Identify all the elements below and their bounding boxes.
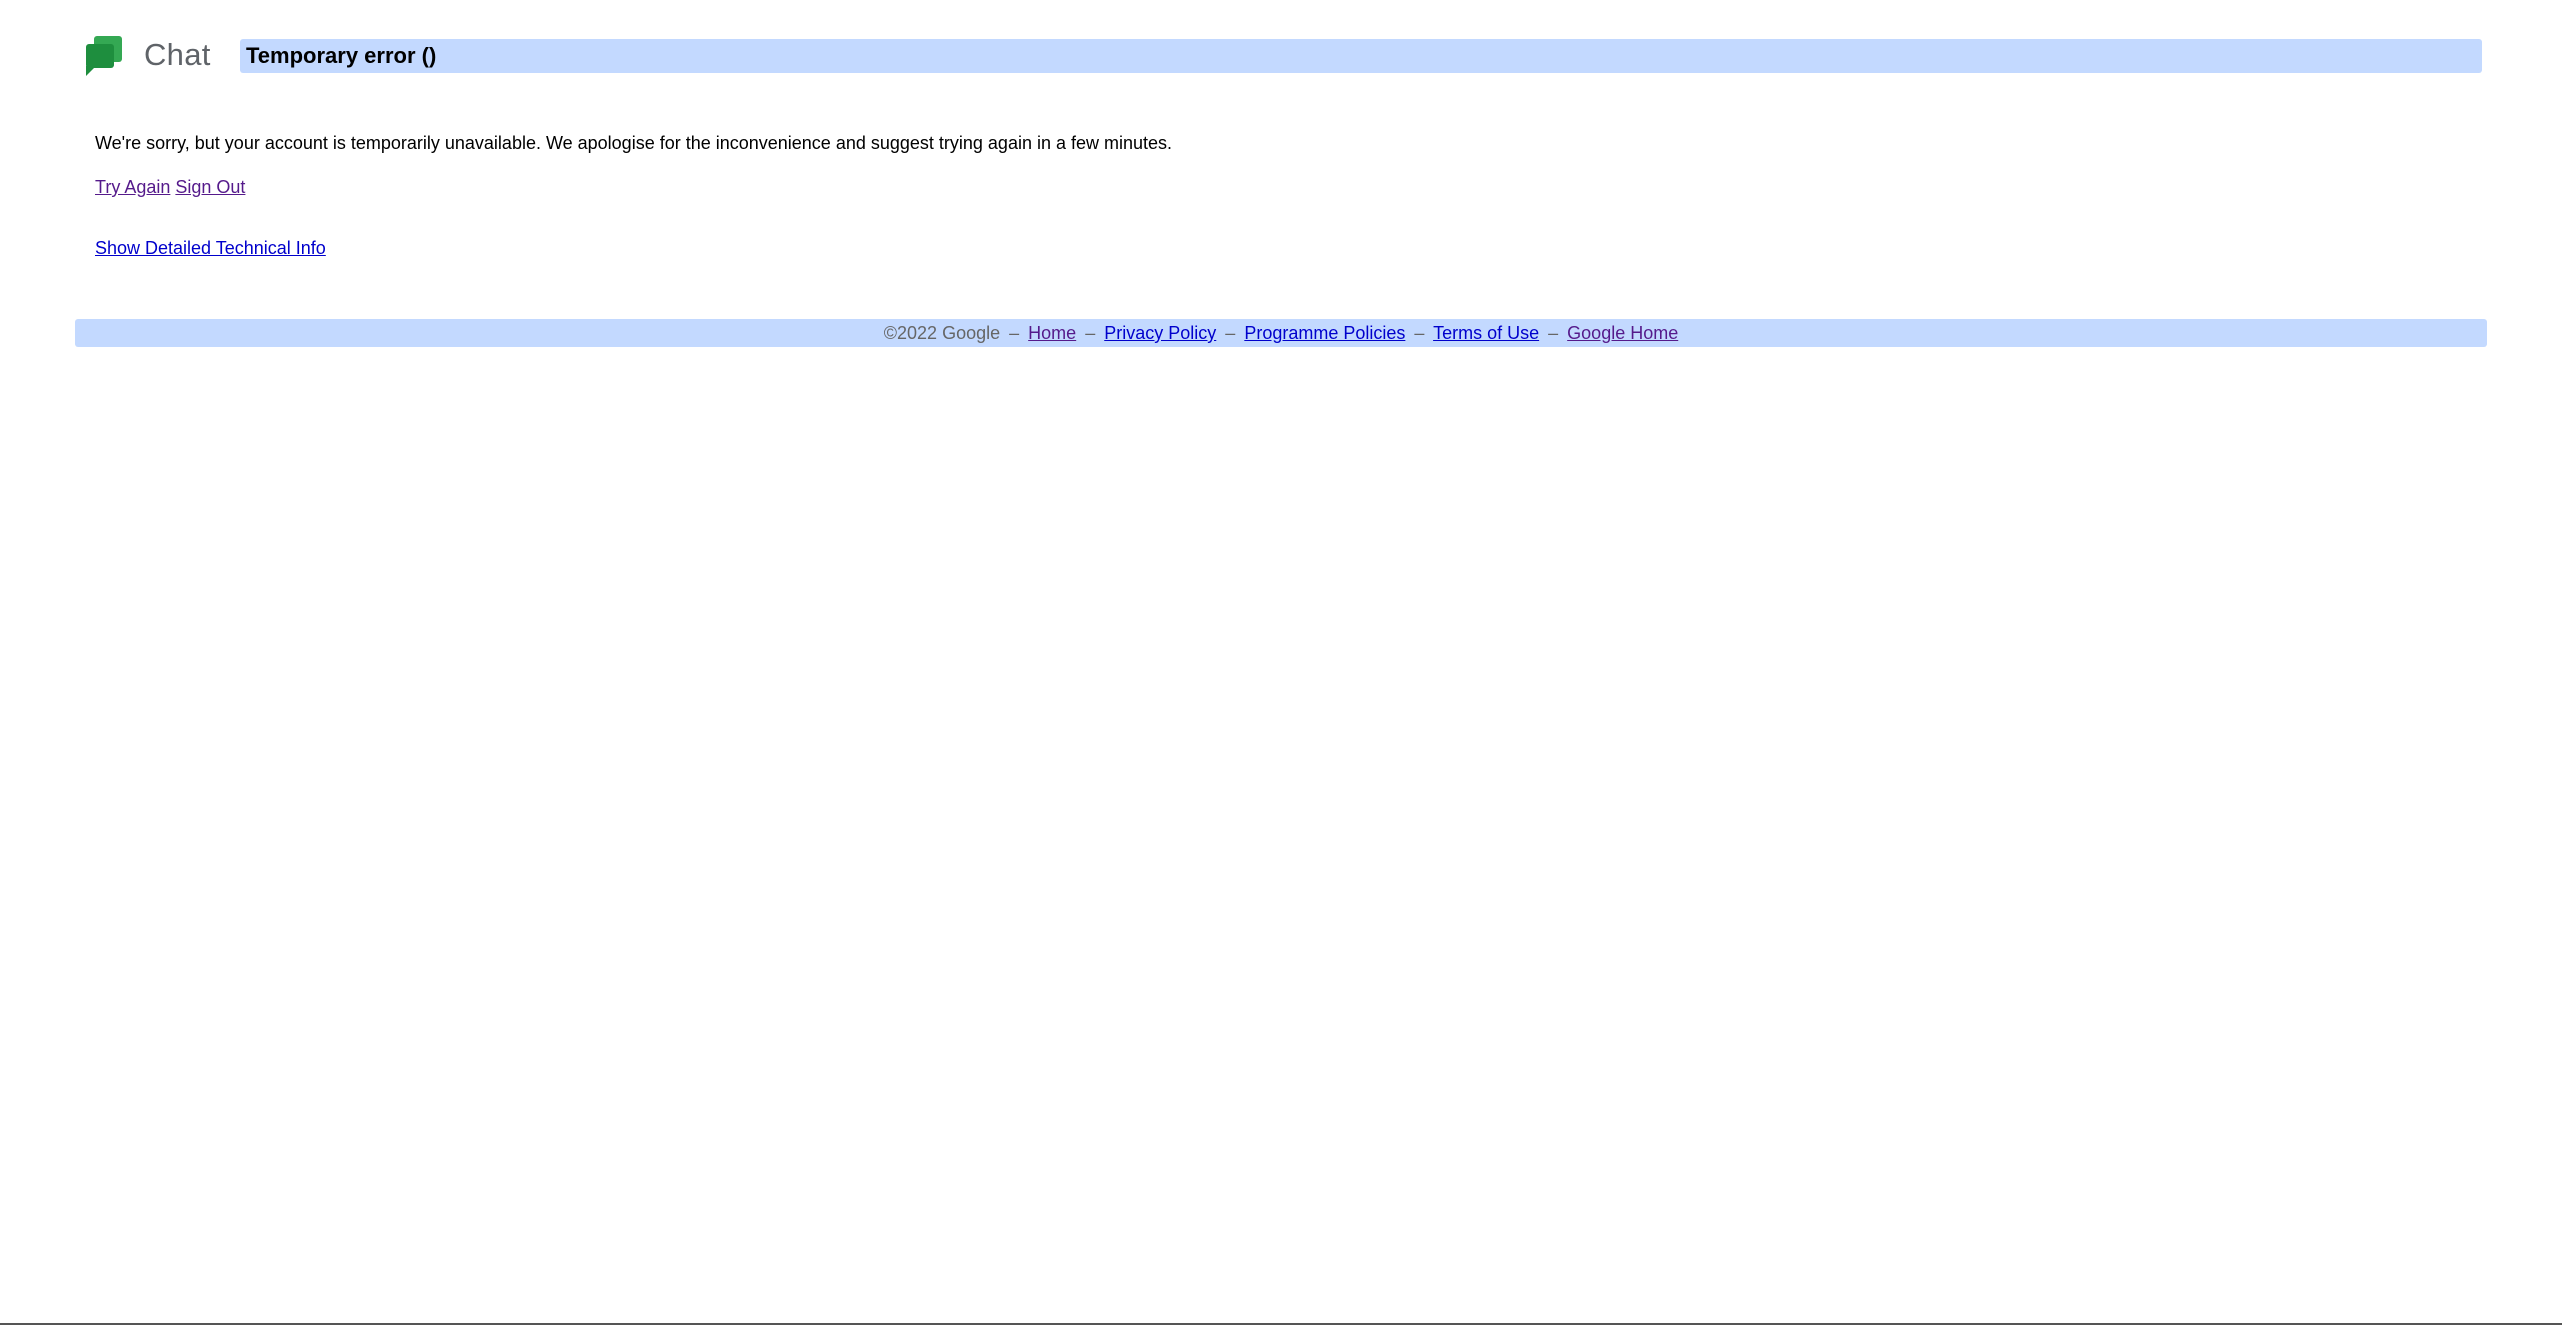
- footer-home-link[interactable]: Home: [1028, 323, 1076, 343]
- action-links: Try Again Sign Out: [95, 174, 1172, 200]
- title-bar: Temporary error (): [240, 39, 2482, 73]
- error-message: We're sorry, but your account is tempora…: [95, 133, 1173, 153]
- footer: ©2022 Google – Home – Privacy Policy – P…: [75, 319, 2487, 347]
- header: Chat: [84, 30, 211, 80]
- main-content: We're sorry, but your account is tempora…: [95, 130, 1172, 261]
- tech-info-section: Show Detailed Technical Info: [95, 235, 1172, 261]
- try-again-link[interactable]: Try Again: [95, 177, 170, 197]
- footer-separator: –: [1225, 323, 1236, 343]
- page-title: Temporary error (): [246, 43, 437, 68]
- error-page: Chat Temporary error () We're sorry, but…: [0, 0, 2562, 1325]
- footer-privacy-policy-link[interactable]: Privacy Policy: [1104, 323, 1216, 343]
- footer-separator: –: [1009, 323, 1020, 343]
- footer-separator: –: [1085, 323, 1096, 343]
- google-chat-logo-icon: [84, 34, 124, 76]
- show-technical-info-link[interactable]: Show Detailed Technical Info: [95, 238, 326, 258]
- footer-separator: –: [1548, 323, 1559, 343]
- sign-out-link[interactable]: Sign Out: [175, 177, 245, 197]
- logo-text: Chat: [144, 37, 211, 72]
- copyright-text: ©2022 Google: [883, 323, 1001, 343]
- footer-programme-policies-link[interactable]: Programme Policies: [1244, 323, 1405, 343]
- footer-terms-of-use-link[interactable]: Terms of Use: [1433, 323, 1539, 343]
- footer-google-home-link[interactable]: Google Home: [1567, 323, 1678, 343]
- footer-separator: –: [1414, 323, 1425, 343]
